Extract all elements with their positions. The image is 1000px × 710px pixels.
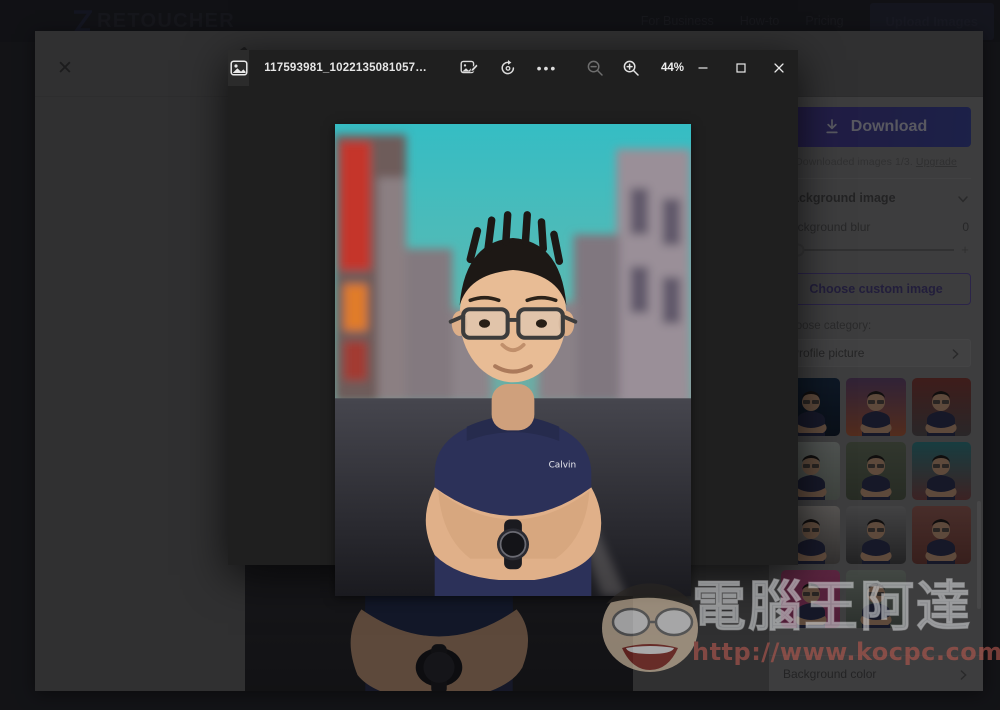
site-logo[interactable]: RETOUCHER: [72, 10, 235, 32]
window-controls: [684, 50, 798, 86]
minimize-button[interactable]: [684, 50, 722, 86]
background-thumbnail[interactable]: [911, 442, 971, 500]
blur-increase-button[interactable]: +: [961, 242, 969, 257]
download-button[interactable]: Download: [781, 107, 971, 147]
nav-item-for-business[interactable]: For Business: [641, 14, 714, 28]
background-blur-value: 0: [962, 220, 969, 234]
edit-image-icon[interactable]: [459, 58, 479, 78]
background-thumbnail[interactable]: [846, 570, 906, 628]
photos-viewer-zoom-controls: 44%: [585, 58, 684, 78]
blur-slider-track[interactable]: [791, 243, 954, 256]
download-icon: [825, 119, 839, 135]
image-icon[interactable]: [228, 50, 250, 86]
background-thumbnail-grid: [781, 378, 971, 628]
background-blur-slider-row[interactable]: – +: [781, 236, 971, 257]
choose-category-label: Choose category:: [781, 320, 872, 332]
retoucher-logo-icon: [72, 10, 92, 32]
choose-custom-image-button[interactable]: Choose custom image: [781, 273, 971, 305]
more-options-icon[interactable]: •••: [537, 58, 557, 78]
background-thumbnail[interactable]: [846, 506, 906, 564]
photos-viewer-window: 117593981_1022135081057… ••• 44% Calvin: [228, 50, 798, 596]
nav-item-how-to[interactable]: How-to: [740, 14, 780, 28]
download-quota-text: Downloaded images 1/3.: [795, 156, 913, 168]
photos-viewer-tools: •••: [459, 58, 557, 78]
background-thumbnail[interactable]: [911, 378, 971, 436]
viewer-photo: Calvin: [335, 124, 691, 596]
background-blur-row: Background blur 0: [781, 215, 971, 236]
background-color-label: Background color: [783, 666, 877, 681]
photos-viewer-filename: 117593981_1022135081057…: [264, 62, 427, 74]
logo-text: RETOUCHER: [97, 10, 236, 32]
rotate-icon[interactable]: [498, 58, 518, 78]
maximize-button[interactable]: [722, 50, 760, 86]
photos-viewer-body[interactable]: Calvin: [228, 86, 798, 596]
background-color-section[interactable]: Background color: [769, 655, 983, 691]
screen: RETOUCHER For Business How-to Pricing Up…: [0, 0, 1000, 710]
photos-viewer-titlebar: 117593981_1022135081057… ••• 44%: [228, 50, 798, 86]
download-quota-note: Downloaded images 1/3. Upgrade: [781, 156, 971, 168]
background-thumbnail[interactable]: [846, 378, 906, 436]
background-image-section-title: Background image: [783, 191, 896, 205]
zoom-out-icon[interactable]: [585, 58, 605, 78]
category-select[interactable]: Profile picture: [781, 339, 971, 367]
choose-custom-image-label: Choose custom image: [809, 282, 943, 296]
panel-scrollbar[interactable]: [977, 501, 981, 609]
background-image-section-header[interactable]: Background image: [781, 179, 971, 215]
chevron-down-icon: [957, 192, 969, 204]
svg-text:Calvin: Calvin: [549, 461, 576, 471]
upgrade-link[interactable]: Upgrade: [916, 156, 957, 168]
nav-item-pricing[interactable]: Pricing: [805, 14, 843, 28]
editor-close-button[interactable]: ✕: [53, 56, 77, 80]
chevron-right-icon: [957, 668, 969, 680]
zoom-level-value: 44%: [660, 62, 684, 74]
download-button-label: Download: [850, 118, 928, 135]
chevron-right-icon: [949, 347, 961, 359]
close-button[interactable]: [760, 50, 798, 86]
background-thumbnail[interactable]: [781, 570, 841, 628]
background-control-panel: Download Downloaded images 1/3. Upgrade …: [769, 97, 983, 691]
background-thumbnail[interactable]: [911, 506, 971, 564]
category-select-value: Profile picture: [791, 346, 865, 360]
zoom-in-icon[interactable]: [621, 58, 641, 78]
background-thumbnail[interactable]: [846, 442, 906, 500]
